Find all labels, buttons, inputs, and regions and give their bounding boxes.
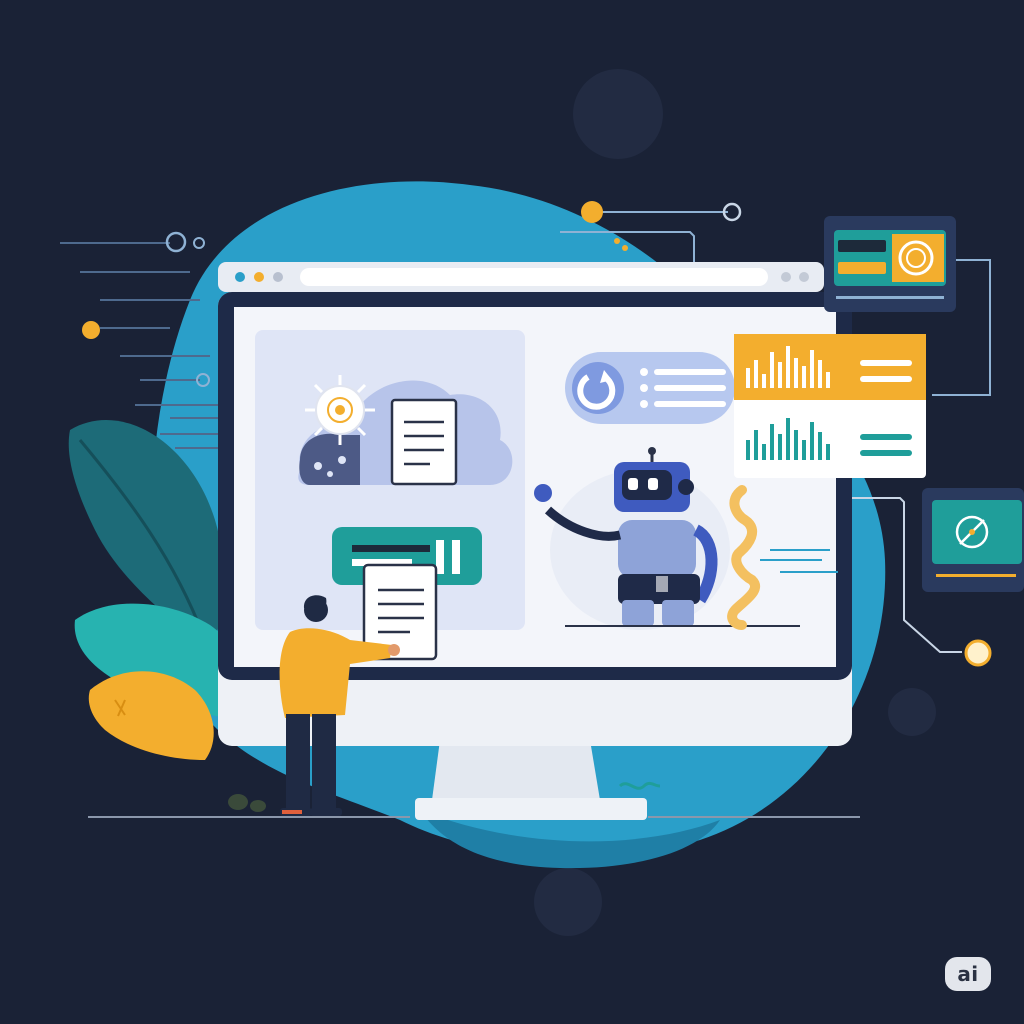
connector-node-glow	[581, 201, 603, 223]
ai-illustration-scene	[60, 69, 1024, 936]
connector-node	[193, 237, 205, 249]
target-card	[824, 216, 956, 312]
ai-badge: ai	[945, 957, 991, 991]
connector-node-glow	[964, 639, 992, 667]
browser-action-dot	[799, 272, 809, 282]
browser-action-dot	[781, 272, 791, 282]
compass-card	[922, 488, 1024, 592]
bar-chart-panel	[734, 334, 926, 478]
monitor-stand	[432, 740, 600, 800]
window-control-dot	[254, 272, 264, 282]
browser-bar	[218, 262, 824, 292]
window-control-dot	[235, 272, 245, 282]
background-dot	[573, 69, 663, 159]
background-dot	[534, 868, 602, 936]
address-bar	[300, 268, 768, 286]
connector-node-glow	[82, 321, 100, 339]
ground-plants	[228, 794, 266, 812]
window-control-dot	[273, 272, 283, 282]
monitor-base	[415, 798, 647, 820]
virus-gear-icon	[305, 375, 375, 445]
background-dot	[888, 688, 936, 736]
document-icon	[390, 398, 458, 486]
refresh-bubble-icon	[565, 352, 735, 424]
connector-dot	[614, 238, 620, 244]
connector-dot	[622, 245, 628, 251]
